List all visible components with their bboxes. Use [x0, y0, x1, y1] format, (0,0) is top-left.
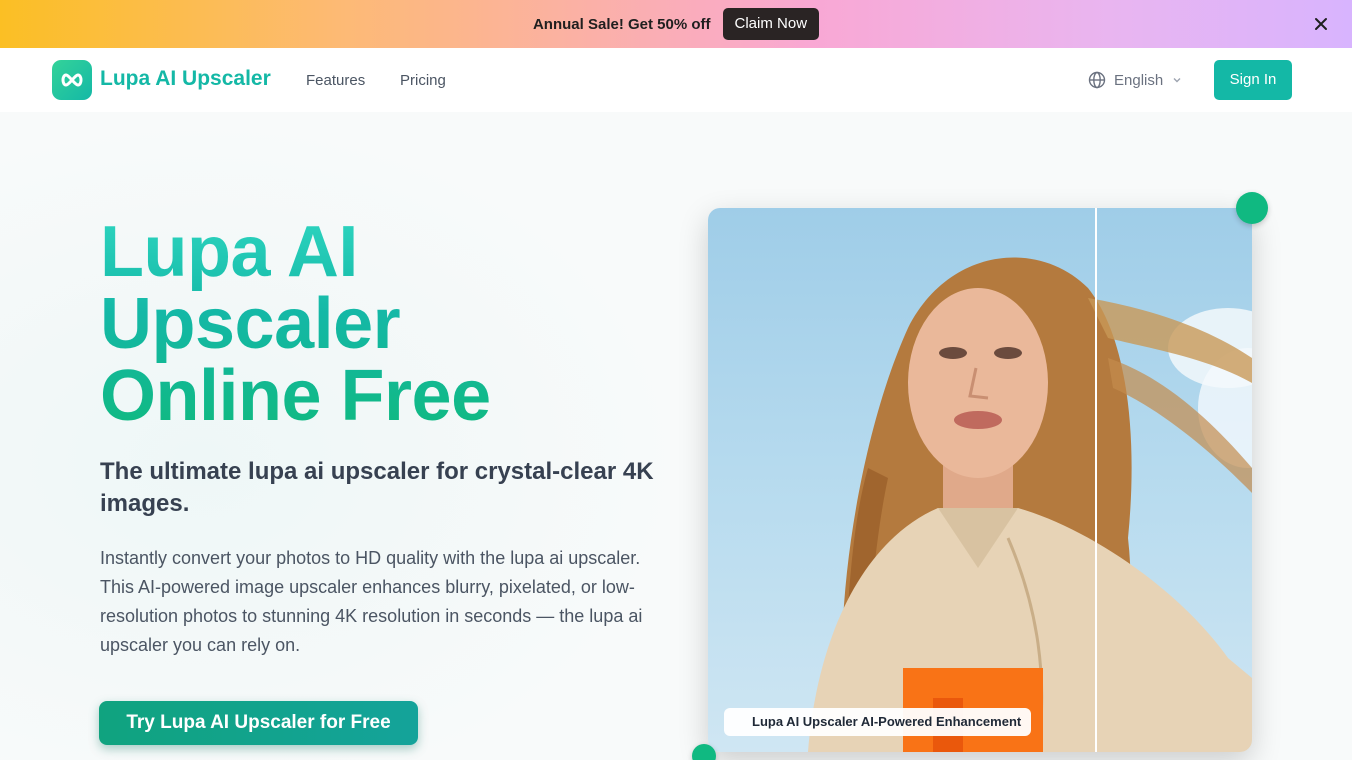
brand-name[interactable]: Lupa AI Upscaler	[100, 67, 271, 91]
try-free-button[interactable]: Try Lupa AI Upscaler for Free	[99, 701, 418, 745]
hero-title-line-3: Online Free	[100, 356, 491, 436]
language-label: English	[1114, 71, 1164, 89]
comparison-divider[interactable]	[1095, 208, 1097, 752]
portrait-image	[808, 257, 1252, 752]
sign-in-button[interactable]: Sign In	[1214, 60, 1292, 100]
promo-text: Annual Sale! Get 50% off	[532, 15, 711, 33]
hero-title-line-1: Lupa AI	[100, 212, 358, 292]
top-nav: Lupa AI Upscaler Features Pricing Englis…	[0, 48, 1352, 112]
close-icon[interactable]	[1310, 13, 1332, 35]
infinity-icon	[61, 73, 83, 87]
comparison-image[interactable]: Lupa AI Upscaler AI-Powered Enhancement	[708, 208, 1252, 752]
nav-link-pricing[interactable]: Pricing	[400, 72, 446, 89]
nav-link-features[interactable]: Features	[306, 72, 365, 89]
hero-title: Lupa AI Upscaler Online Free	[100, 216, 491, 432]
language-selector[interactable]: English	[1088, 71, 1183, 89]
hero-title-line-2: Upscaler	[100, 284, 401, 364]
logo[interactable]	[52, 60, 92, 100]
claim-now-button[interactable]: Claim Now	[722, 8, 820, 40]
chevron-down-icon	[1173, 78, 1181, 83]
enhancement-badge: Lupa AI Upscaler AI-Powered Enhancement	[724, 708, 1032, 736]
promo-banner: Annual Sale! Get 50% off Claim Now	[0, 0, 1352, 48]
hero-description: Instantly convert your photos to HD qual…	[100, 548, 643, 655]
globe-icon	[1088, 71, 1106, 89]
hero-subtitle: The ultimate lupa ai upscaler for crysta…	[100, 458, 654, 517]
slider-handle-top[interactable]	[1236, 192, 1268, 224]
